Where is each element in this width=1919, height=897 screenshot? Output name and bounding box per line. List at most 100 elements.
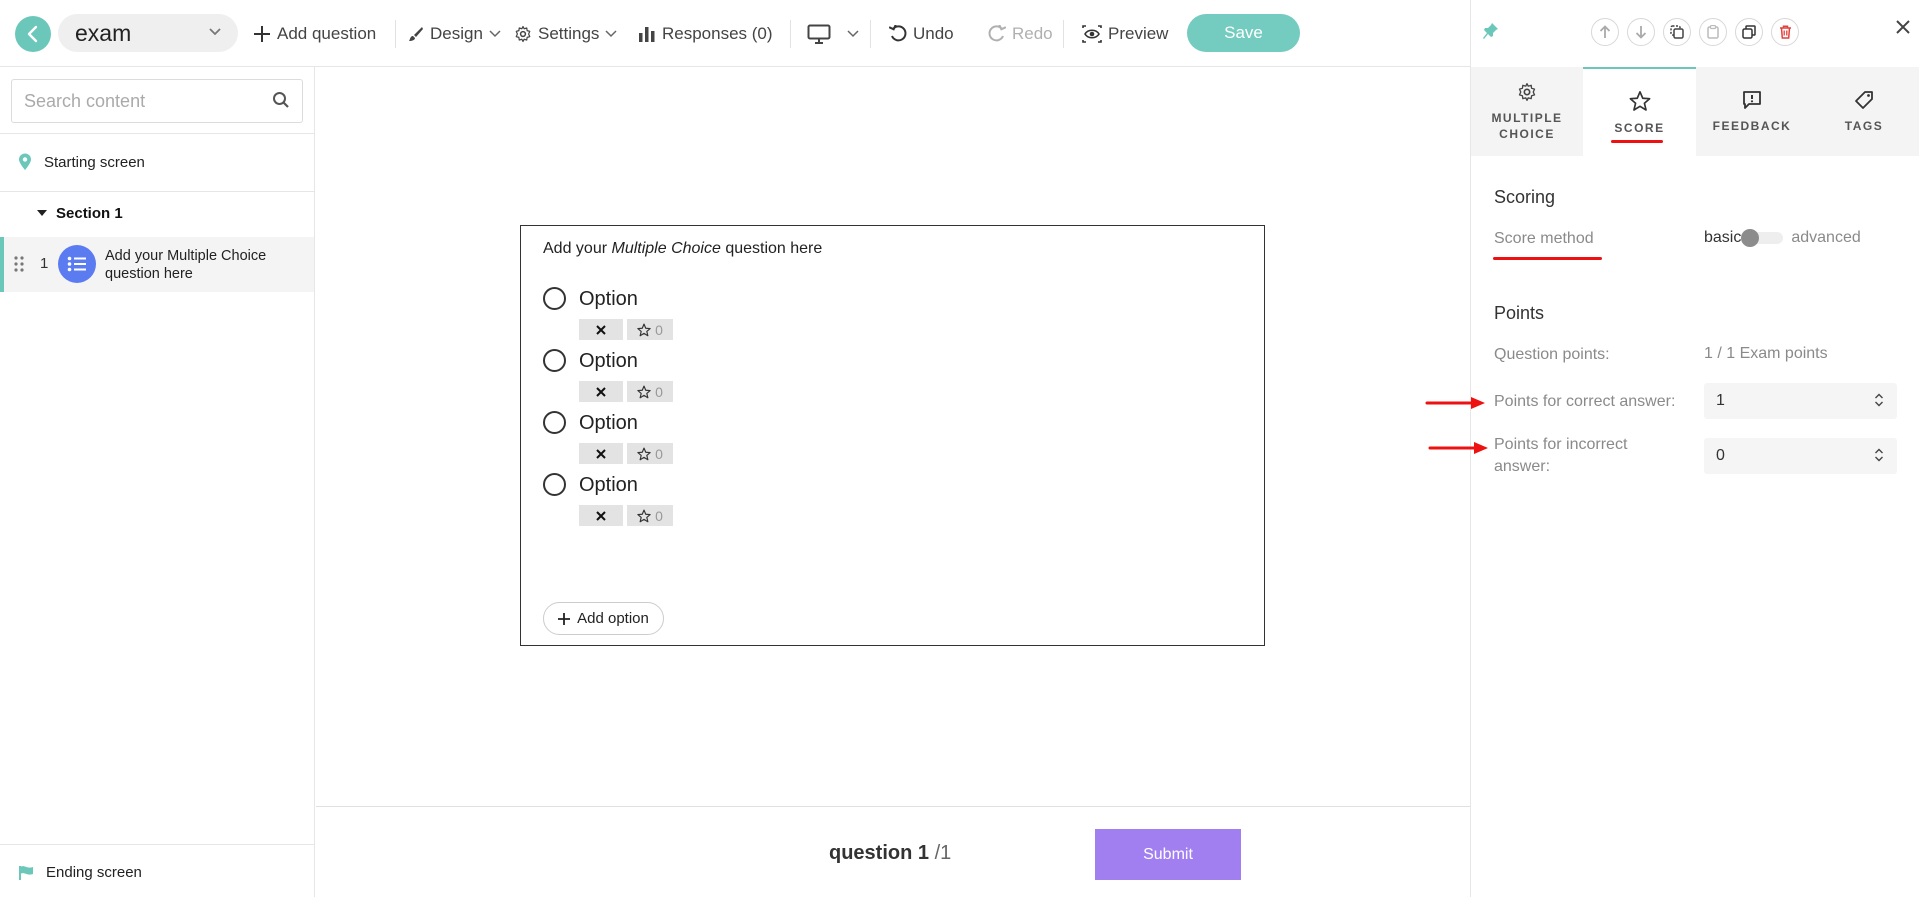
- close-panel-icon[interactable]: [1896, 20, 1910, 34]
- tab-label: SCORE: [1614, 120, 1665, 135]
- add-option-button[interactable]: Add option: [543, 602, 664, 635]
- content-sidebar: Starting screen Section 1 1 Add your Mul…: [0, 67, 315, 897]
- option-row: Option 0: [543, 411, 843, 471]
- question-points-label: Question points:: [1494, 346, 1610, 363]
- tab-label: MULTIPLE CHOICE: [1491, 110, 1563, 141]
- question-title-prefix: Add your: [543, 240, 612, 257]
- settings-label: Settings: [538, 24, 600, 43]
- option-radio[interactable]: [543, 349, 566, 372]
- annotation-underline: [1493, 257, 1602, 260]
- option-score: 0: [655, 507, 663, 524]
- settings-menu[interactable]: Settings: [514, 18, 617, 50]
- delete-button[interactable]: [1771, 18, 1799, 46]
- question-title[interactable]: Add your Multiple Choice question here: [543, 240, 822, 258]
- spinner-arrows-icon[interactable]: [1875, 448, 1883, 462]
- sidebar-question-item[interactable]: 1 Add your Multiple Choice question here: [0, 237, 314, 292]
- design-menu[interactable]: Design: [408, 18, 501, 50]
- chevron-down-icon: [605, 30, 617, 38]
- option-row: Option 0: [543, 349, 843, 409]
- starting-screen-item[interactable]: Starting screen: [18, 153, 145, 171]
- chevron-down-icon: [489, 30, 501, 38]
- score-method-switch: basic advanced: [1704, 229, 1861, 247]
- copy-icon: [1670, 25, 1684, 39]
- responses-button[interactable]: Responses (0): [638, 18, 773, 50]
- chevron-down-icon: [209, 28, 221, 36]
- option-radio[interactable]: [543, 287, 566, 310]
- tab-label: FEEDBACK: [1712, 118, 1792, 133]
- remove-option-button[interactable]: [579, 319, 623, 340]
- device-preview-select[interactable]: [807, 18, 859, 50]
- correct-points-input[interactable]: 1: [1704, 383, 1897, 419]
- duplicate-button[interactable]: [1735, 18, 1763, 46]
- add-option-label: Add option: [577, 610, 649, 627]
- incorrect-points-input[interactable]: 0: [1704, 438, 1897, 474]
- option-radio[interactable]: [543, 411, 566, 434]
- star-icon: [637, 323, 651, 336]
- tab-feedback[interactable]: FEEDBACK: [1696, 67, 1808, 156]
- bar-chart-icon: [639, 27, 655, 42]
- eye-icon: [1082, 25, 1102, 43]
- preview-button[interactable]: Preview: [1082, 18, 1168, 50]
- option-row: Option 0: [543, 473, 843, 533]
- plus-icon: [254, 26, 270, 42]
- sidebar-divider: [0, 191, 315, 192]
- close-icon: [596, 386, 606, 397]
- total-questions: /1: [934, 842, 952, 864]
- paste-button[interactable]: [1699, 18, 1727, 46]
- undo-button[interactable]: Undo: [889, 18, 954, 50]
- star-icon: [1629, 90, 1650, 111]
- option-score: 0: [655, 383, 663, 400]
- redo-button[interactable]: Redo: [988, 18, 1053, 50]
- tab-multiple-choice[interactable]: MULTIPLE CHOICE: [1471, 67, 1583, 156]
- pin-icon[interactable]: [1483, 22, 1499, 40]
- section-label: Section 1: [56, 205, 123, 222]
- option-label[interactable]: Option: [579, 350, 638, 373]
- trash-icon: [1779, 25, 1791, 39]
- move-up-button[interactable]: [1591, 18, 1619, 46]
- arrow-up-icon: [1599, 25, 1611, 38]
- map-pin-icon: [19, 153, 31, 170]
- save-button[interactable]: Save: [1187, 14, 1300, 52]
- option-score-button[interactable]: 0: [627, 505, 673, 526]
- option-label[interactable]: Option: [579, 474, 638, 497]
- spinner-arrows-icon[interactable]: [1875, 393, 1883, 407]
- question-card[interactable]: Add your Multiple Choice question here O…: [520, 225, 1265, 646]
- star-icon: [637, 509, 651, 522]
- points-heading: Points: [1494, 303, 1545, 323]
- toolbar-divider: [395, 20, 396, 48]
- correct-points-label: Points for correct answer:: [1494, 393, 1676, 410]
- option-label[interactable]: Option: [579, 288, 638, 311]
- clipboard-icon: [1707, 25, 1719, 39]
- section-1-toggle[interactable]: Section 1: [37, 205, 123, 222]
- option-score-button[interactable]: 0: [627, 443, 673, 464]
- panel-tabs: MULTIPLE CHOICE SCORE FEEDBACK TAGS: [1471, 67, 1919, 156]
- search-input[interactable]: [11, 79, 303, 123]
- add-question-button[interactable]: Add question: [253, 18, 376, 50]
- score-method-toggle[interactable]: [1741, 229, 1785, 247]
- remove-option-button[interactable]: [579, 381, 623, 402]
- search-icon[interactable]: [272, 91, 290, 109]
- preview-footer: question 1 /1 Submit: [316, 806, 1470, 897]
- remove-option-button[interactable]: [579, 505, 623, 526]
- option-radio[interactable]: [543, 473, 566, 496]
- option-label[interactable]: Option: [579, 412, 638, 435]
- tab-tags[interactable]: TAGS: [1808, 67, 1919, 156]
- gear-icon: [1518, 82, 1536, 101]
- sidebar-divider: [0, 844, 315, 845]
- form-title-select[interactable]: exam: [58, 14, 238, 52]
- drag-handle-icon[interactable]: [14, 256, 24, 272]
- option-score-button[interactable]: 0: [627, 381, 673, 402]
- back-button[interactable]: [15, 16, 51, 52]
- monitor-icon: [807, 24, 831, 44]
- submit-button[interactable]: Submit: [1095, 829, 1241, 880]
- move-down-button[interactable]: [1627, 18, 1655, 46]
- close-icon: [596, 448, 606, 459]
- chevron-left-icon: [27, 25, 38, 43]
- star-icon: [637, 385, 651, 398]
- correct-points-value: 1: [1716, 392, 1725, 409]
- option-score-button[interactable]: 0: [627, 319, 673, 340]
- ending-screen-item[interactable]: Ending screen: [18, 864, 142, 881]
- remove-option-button[interactable]: [579, 443, 623, 464]
- design-label: Design: [430, 24, 483, 43]
- copy-button[interactable]: [1663, 18, 1691, 46]
